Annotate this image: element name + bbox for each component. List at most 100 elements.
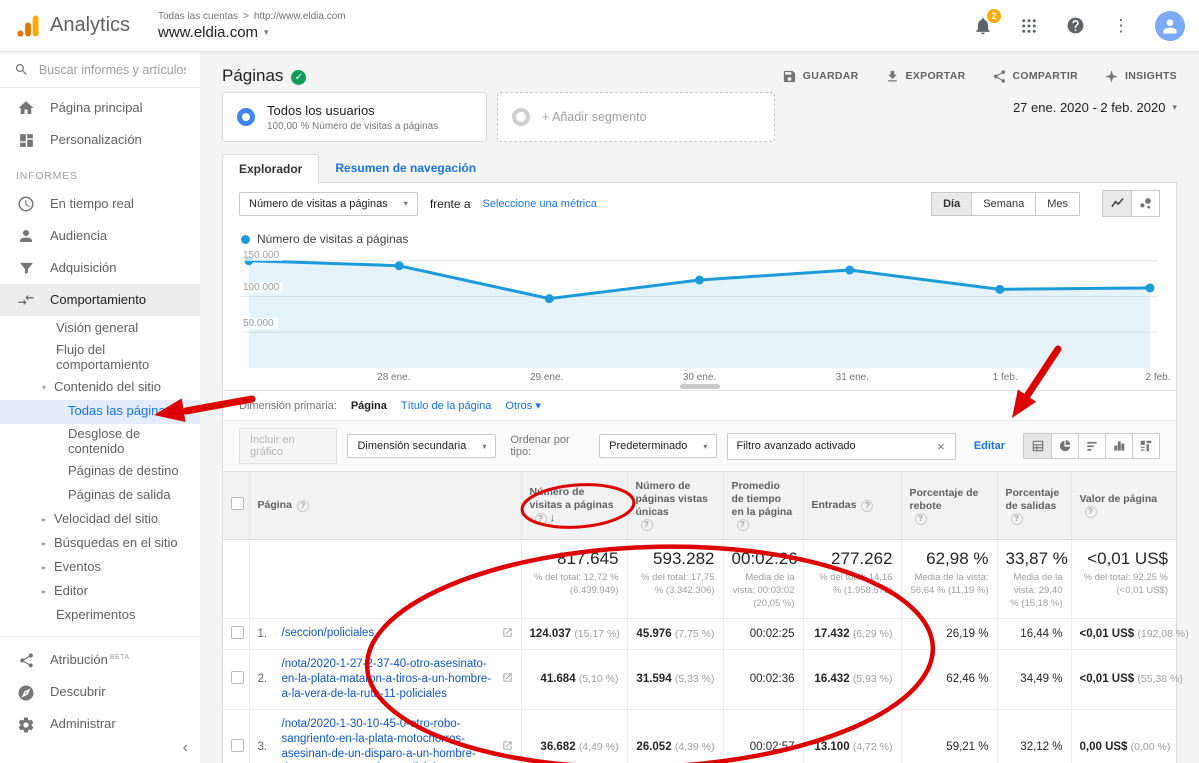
comparison-view-button[interactable] — [1105, 434, 1132, 458]
sidebar-item-attribution[interactable]: AtribuciónBETA — [0, 645, 200, 677]
edit-filter-link[interactable]: Editar — [974, 440, 1005, 452]
granularity-week-button[interactable]: Semana — [971, 192, 1036, 216]
sidebar-item-exit-pages[interactable]: Páginas de salida — [0, 484, 200, 508]
column-header-pageviews[interactable]: Número de visitas a páginas?↓ — [521, 472, 627, 540]
page-link[interactable]: /seccion/policiales — [282, 626, 496, 641]
sidebar-item-behavior-overview[interactable]: Visión general — [0, 316, 200, 340]
timeseries-chart[interactable]: 50.000100.000150.000 — [241, 250, 1158, 370]
sidebar-item-customization[interactable]: Personalización — [0, 124, 200, 156]
page-link[interactable]: /nota/2020-1-30-10-45-0-otro-robo-sangri… — [282, 717, 496, 763]
share-button[interactable]: COMPARTIR — [992, 69, 1079, 84]
granularity-month-button[interactable]: Mes — [1035, 192, 1080, 216]
help-button[interactable] — [1063, 14, 1087, 38]
chart-scroll-handle[interactable] — [680, 384, 720, 389]
notifications-button[interactable]: 2 — [971, 14, 995, 38]
apps-grid-button[interactable] — [1017, 14, 1041, 38]
sort-type-dropdown[interactable]: Predeterminado ▾ — [599, 434, 717, 458]
metric-dropdown[interactable]: Número de visitas a páginas ▾ — [239, 192, 418, 216]
help-icon[interactable]: ? — [861, 500, 873, 512]
help-icon[interactable]: ? — [1085, 506, 1097, 518]
line-chart-toggle-button[interactable] — [1103, 191, 1131, 216]
help-icon[interactable]: ? — [1011, 513, 1023, 525]
avg-time-cell: 00:02:36 — [723, 649, 803, 709]
account-switcher[interactable]: Todas las cuentas > http://www.eldia.com… — [158, 11, 346, 41]
motion-chart-toggle-button[interactable] — [1131, 191, 1159, 216]
sidebar-item-behavior[interactable]: Comportamiento — [0, 284, 200, 316]
bounce-rate-cell: 59,21 % — [901, 709, 997, 763]
sidebar-item-discover[interactable]: Descubrir — [0, 677, 200, 709]
external-link-icon[interactable] — [502, 740, 513, 754]
date-range-selector[interactable]: 27 ene. 2020 - 2 feb. 2020 ▾ — [1013, 100, 1177, 115]
row-checkbox[interactable] — [231, 626, 244, 639]
pageviews-cell: 124.037 (15,17 %) — [521, 618, 627, 649]
row-checkbox[interactable] — [231, 739, 244, 752]
collapsed-caret-icon: ▸ — [42, 563, 54, 573]
insights-label: INSIGHTS — [1125, 70, 1177, 82]
column-header-unique-pageviews[interactable]: Número de páginas vistas únicas? — [627, 472, 723, 540]
select-metric-link[interactable]: Seleccione una métrica — [483, 198, 597, 210]
performance-view-button[interactable] — [1078, 434, 1105, 458]
percentage-view-button[interactable] — [1051, 434, 1078, 458]
column-header-page-value[interactable]: Valor de página? — [1071, 472, 1176, 540]
select-all-checkbox[interactable] — [231, 497, 244, 510]
column-header-page[interactable]: Página? — [249, 472, 521, 540]
sidebar-item-behavior-flow[interactable]: Flujo del comportamiento — [0, 340, 200, 376]
avatar[interactable] — [1155, 11, 1185, 41]
dimension-page-title-option[interactable]: Título de la página — [401, 400, 492, 412]
sidebar-item-experiments[interactable]: Experimentos — [0, 604, 200, 628]
sidebar-item-site-search[interactable]: ▸ Búsquedas en el sitio — [0, 532, 200, 556]
save-button[interactable]: GUARDAR — [782, 69, 859, 84]
add-segment-button[interactable]: + Añadir segmento — [497, 92, 775, 142]
sort-desc-icon: ↓ — [550, 512, 556, 526]
help-icon[interactable]: ? — [297, 500, 309, 512]
sidebar-item-label: Adquisición — [50, 261, 117, 276]
sidebar-item-home[interactable]: Página principal — [0, 92, 200, 124]
apps-grid-icon — [1020, 17, 1038, 35]
tab-explorador[interactable]: Explorador — [222, 154, 319, 183]
dimension-other-option[interactable]: Otros ▾ — [505, 399, 541, 412]
pivot-view-button[interactable] — [1132, 434, 1159, 458]
column-header-bounce-rate[interactable]: Porcentaje de rebote? — [901, 472, 997, 540]
analytics-brand[interactable]: Analytics — [14, 12, 140, 40]
beta-badge: BETA — [110, 654, 130, 661]
export-button[interactable]: EXPORTAR — [885, 69, 966, 84]
sidebar-item-site-content[interactable]: ▾ Contenido del sitio — [0, 376, 200, 400]
sidebar-item-realtime[interactable]: En tiempo real — [0, 188, 200, 220]
external-link-icon[interactable] — [502, 672, 513, 686]
sidebar-item-audience[interactable]: Audiencia — [0, 220, 200, 252]
insights-button[interactable]: INSIGHTS — [1104, 69, 1177, 84]
external-link-icon[interactable] — [502, 627, 513, 641]
sidebar-item-all-pages[interactable]: Todas las páginas — [0, 400, 200, 424]
help-icon[interactable]: ? — [535, 513, 547, 525]
plot-rows-button[interactable]: Incluir en gráfico — [239, 428, 337, 464]
close-icon[interactable]: × — [935, 439, 947, 454]
sidebar-search[interactable]: Buscar informes y artículos de — [0, 52, 200, 88]
total-entrances: 277.262 — [812, 549, 893, 569]
row-checkbox[interactable] — [231, 671, 244, 684]
unique-pageviews-cell: 26.052 (4,39 %) — [627, 709, 723, 763]
help-icon[interactable]: ? — [641, 519, 653, 531]
column-header-entrances[interactable]: Entradas? — [803, 472, 901, 540]
help-icon[interactable]: ? — [737, 519, 749, 531]
column-header-exit-rate[interactable]: Porcentaje de salidas? — [997, 472, 1071, 540]
sidebar-item-events[interactable]: ▸ Eventos — [0, 556, 200, 580]
dimension-page-option[interactable]: Página — [351, 400, 387, 412]
secondary-dimension-dropdown[interactable]: Dimensión secundaria ▾ — [347, 434, 496, 458]
active-segment-card[interactable]: Todos los usuarios 100,00 % Número de vi… — [222, 92, 487, 142]
collapse-sidebar-icon[interactable]: ‹ — [183, 739, 188, 757]
table-view-button[interactable] — [1024, 434, 1051, 458]
sidebar-item-admin[interactable]: Administrar — [0, 709, 200, 741]
help-icon[interactable]: ? — [915, 513, 927, 525]
overflow-menu-button[interactable]: ⋮ — [1109, 14, 1133, 38]
column-header-avg-time[interactable]: Promedio de tiempo en la página? — [723, 472, 803, 540]
sidebar-item-editor[interactable]: ▸ Editor — [0, 580, 200, 604]
granularity-day-button[interactable]: Día — [931, 192, 972, 216]
sidebar-item-content-drilldown[interactable]: Desglose de contenido — [0, 424, 200, 460]
sidebar-item-acquisition[interactable]: Adquisición — [0, 252, 200, 284]
sidebar-item-site-speed[interactable]: ▸ Velocidad del sitio — [0, 508, 200, 532]
tab-resumen-navegacion[interactable]: Resumen de navegación — [319, 154, 492, 182]
page-link[interactable]: /nota/2020-1-27-2-37-40-otro-asesinato-e… — [282, 657, 496, 702]
sidebar-item-landing-pages[interactable]: Páginas de destino — [0, 460, 200, 484]
row-number: 2. — [258, 673, 276, 685]
advanced-filter-chip[interactable]: Filtro avanzado activado × — [727, 433, 955, 460]
